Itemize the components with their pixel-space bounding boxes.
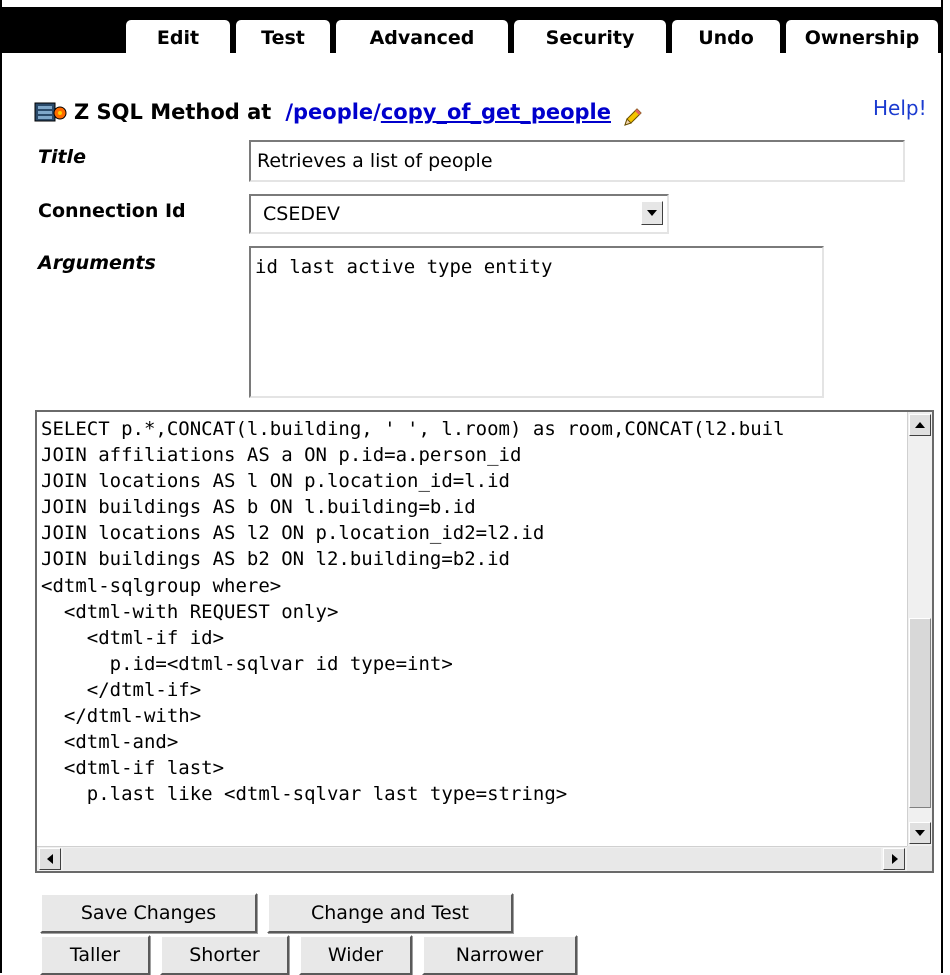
tab-advanced[interactable]: Advanced (336, 20, 508, 56)
wider-button[interactable]: Wider (299, 935, 412, 975)
sql-line: SELECT p.*,CONCAT(l.building, ' ', l.roo… (41, 418, 785, 440)
tab-edit[interactable]: Edit (126, 20, 230, 56)
horizontal-scroll-thumb[interactable] (63, 848, 881, 870)
vertical-scrollbar[interactable] (907, 412, 932, 846)
arguments-textarea[interactable]: id last active type entity (249, 246, 824, 398)
tab-security[interactable]: Security (514, 20, 666, 56)
arguments-label: Arguments (38, 252, 156, 274)
path-root-link[interactable]: /people/ (285, 100, 381, 124)
vertical-scroll-thumb[interactable] (909, 618, 931, 808)
tab-bar: Edit Test Advanced Security Undo Ownersh… (2, 7, 941, 56)
sql-line: JOIN buildings AS b ON l.building=b.id (41, 496, 476, 519)
shorter-button[interactable]: Shorter (160, 935, 289, 975)
change-and-test-button[interactable]: Change and Test (267, 893, 513, 933)
sql-line: <dtml-if last> (41, 757, 225, 780)
sql-template-editor[interactable]: SELECT p.*,CONCAT(l.building, ' ', l.roo… (35, 410, 934, 873)
sql-line: JOIN buildings AS b2 ON l2.building=b2.i… (41, 548, 510, 571)
scroll-left-button[interactable] (39, 848, 61, 870)
page-title: Z SQL Method at /people/ copy_of_get_peo… (34, 96, 643, 128)
help-link[interactable]: Help! (873, 96, 927, 120)
sql-line: p.id=<dtml-sqlvar id type=int> (41, 652, 453, 675)
title-label: Title (38, 146, 86, 168)
connection-id-label: Connection Id (38, 200, 186, 222)
taller-button[interactable]: Taller (40, 935, 150, 975)
tab-undo[interactable]: Undo (672, 20, 780, 56)
connection-id-select[interactable]: CSEDEV (249, 194, 669, 234)
sql-line: <dtml-with REQUEST only> (41, 600, 339, 623)
sql-line: </dtml-with> (41, 705, 202, 728)
sql-line: JOIN locations AS l2 ON p.location_id2=l… (41, 522, 545, 545)
pencil-icon[interactable] (621, 107, 643, 129)
save-changes-button[interactable]: Save Changes (40, 893, 257, 933)
sql-line: </dtml-if> (41, 678, 202, 701)
arrow-left-icon (47, 854, 53, 864)
tab-test[interactable]: Test (236, 20, 330, 56)
dropdown-button[interactable] (641, 201, 663, 225)
narrower-button[interactable]: Narrower (422, 935, 577, 975)
header-prefix: Z SQL Method at (74, 100, 272, 124)
window-left-border (0, 0, 2, 973)
window-right-border (941, 0, 943, 973)
sql-line: JOIN affiliations AS a ON p.id=a.person_… (41, 444, 522, 467)
scroll-right-button[interactable] (883, 848, 905, 870)
sql-line: <dtml-sqlgroup where> (41, 574, 282, 597)
arrow-down-icon (915, 830, 925, 836)
chevron-down-icon (647, 210, 657, 216)
arrow-right-icon (892, 854, 898, 864)
sql-line: <dtml-and> (41, 731, 179, 754)
database-method-icon (34, 99, 68, 125)
horizontal-scrollbar[interactable] (37, 846, 907, 871)
path-object-link[interactable]: copy_of_get_people (381, 100, 611, 124)
sql-template-text[interactable]: SELECT p.*,CONCAT(l.building, ' ', l.roo… (41, 416, 903, 846)
sql-line: p.last like <dtml-sqlvar last type=strin… (41, 783, 568, 806)
connection-id-value: CSEDEV (263, 203, 340, 225)
sql-line: JOIN locations AS l ON p.location_id=l.i… (41, 470, 510, 493)
scrollbar-corner (907, 846, 932, 871)
scroll-down-button[interactable] (909, 822, 931, 844)
title-input[interactable]: Retrieves a list of people (249, 140, 905, 182)
scroll-up-button[interactable] (909, 414, 931, 436)
arrow-up-icon (915, 422, 925, 428)
tab-ownership[interactable]: Ownership (786, 20, 938, 56)
sql-line: <dtml-if id> (41, 626, 225, 649)
